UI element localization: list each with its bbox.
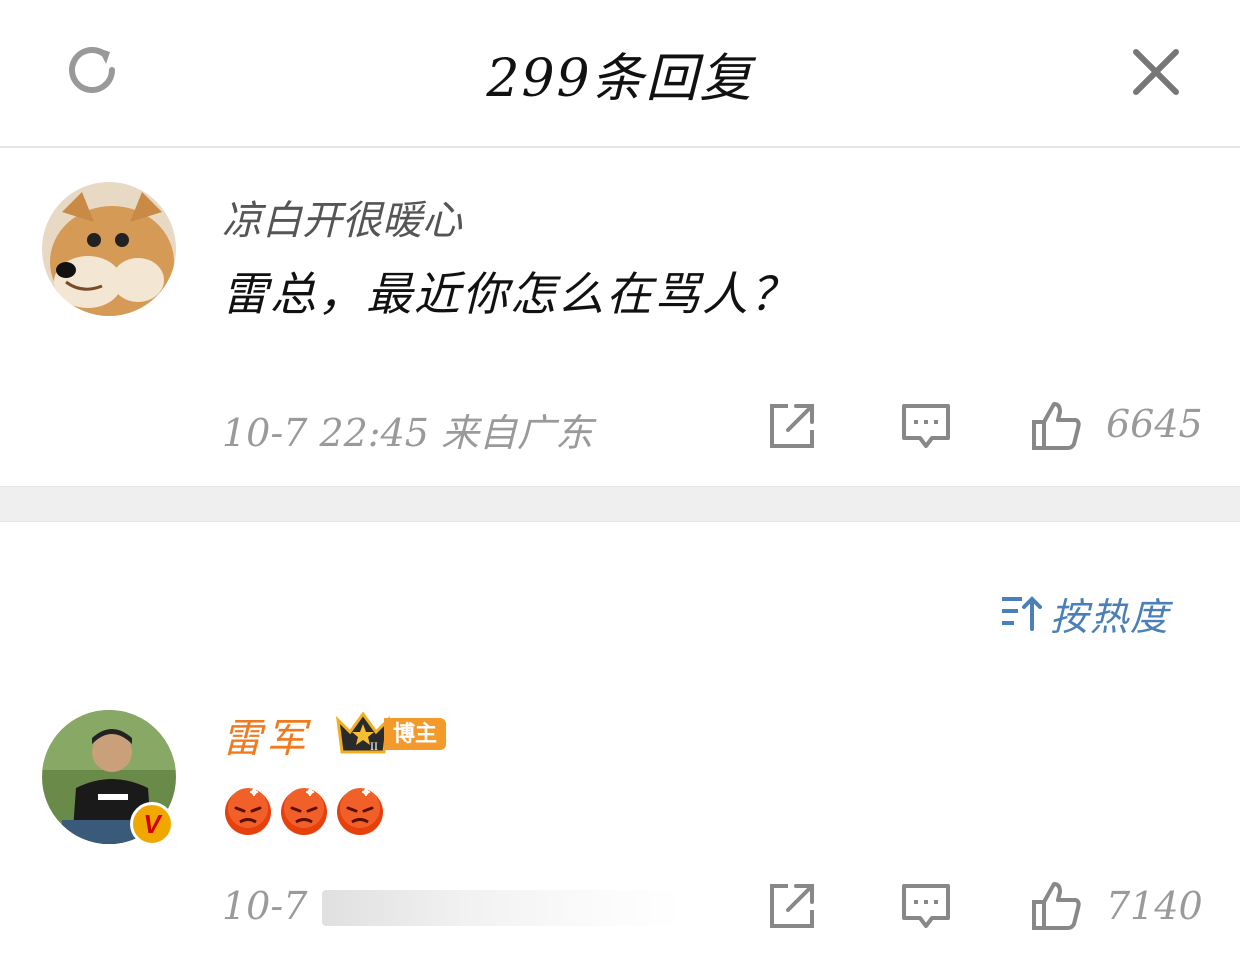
reply-comment: V 雷军 II 博主 10-7 7140 [0,690,1240,964]
page-title: 299条回复 [486,49,754,109]
blurred-location [322,890,682,926]
badge-label: 博主 [384,718,446,750]
share-icon[interactable] [766,880,818,932]
user-avatar[interactable] [42,182,176,316]
angry-face-emoji-icon [225,788,271,835]
angry-face-emoji-icon [337,788,383,835]
share-icon[interactable] [766,400,818,452]
sort-label: 按热度 [1050,594,1171,639]
like-count: 7140 [1106,884,1203,928]
blogger-badge[interactable]: II 博主 [336,712,448,754]
comment-meta: 10-7 22:45 来自广东 [222,411,594,455]
root-comment: 凉白开很暖心 雷总，最近你怎么在骂人？ 10-7 22:45 来自广东 6645 [0,150,1240,486]
sort-by-hot-button[interactable]: 按热度 [1000,590,1170,639]
badge-level: II [370,739,378,753]
section-divider [0,486,1240,522]
shiba-dog-icon [42,182,176,316]
emoji-content [222,784,390,836]
comment-content: 雷总，最近你怎么在骂人？ [222,267,798,321]
verified-badge: V [130,802,174,846]
crown-icon: II [336,712,390,754]
like-icon[interactable] [1030,400,1082,452]
angry-face-emoji-icon [281,788,327,835]
like-icon[interactable] [1030,880,1082,932]
comment-username[interactable]: 雷军 [222,706,310,764]
close-icon[interactable] [1130,46,1182,98]
like-count: 6645 [1106,402,1203,446]
comment-meta: 10-7 [222,884,308,928]
replies-header: 299条回复 [0,0,1240,148]
comment-reply-icon[interactable] [900,880,952,932]
comment-reply-icon[interactable] [900,400,952,452]
comment-username[interactable]: 凉白开很暖心 [222,188,462,246]
sort-icon [1002,596,1042,631]
